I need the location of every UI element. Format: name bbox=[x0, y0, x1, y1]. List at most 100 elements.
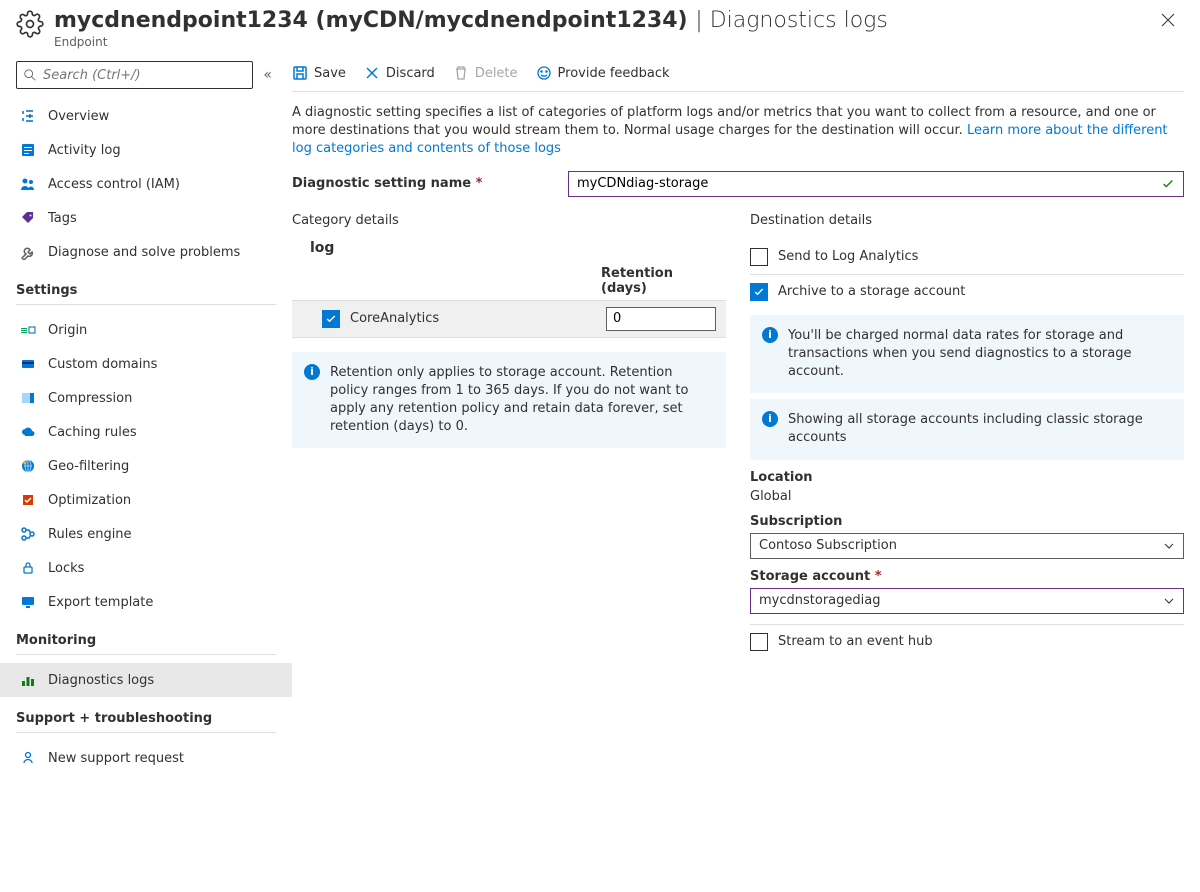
sidebar-item-locks[interactable]: Locks bbox=[16, 551, 276, 585]
main-content: Save Discard Delete Provide feedback A d… bbox=[292, 53, 1200, 791]
archive-storage-checkbox[interactable] bbox=[750, 283, 768, 301]
chevron-down-icon bbox=[1163, 540, 1175, 552]
close-button[interactable] bbox=[1152, 8, 1184, 32]
destination-details: Destination details Send to Log Analytic… bbox=[750, 213, 1184, 659]
destination-title: Destination details bbox=[750, 213, 1184, 228]
sidebar-item-label: Rules engine bbox=[48, 527, 132, 542]
sidebar-item-label: Caching rules bbox=[48, 425, 137, 440]
sidebar-item-label: Access control (IAM) bbox=[48, 177, 180, 192]
location-value: Global bbox=[750, 489, 1184, 504]
description: A diagnostic setting specifies a list of… bbox=[292, 104, 1184, 159]
sidebar-item-label: Geo-filtering bbox=[48, 459, 129, 474]
category-label: CoreAnalytics bbox=[350, 311, 606, 326]
eventhub-checkbox[interactable] bbox=[750, 633, 768, 651]
sidebar-item-label: Locks bbox=[48, 561, 84, 576]
origin-icon bbox=[20, 322, 36, 338]
stream-eventhub-option: Stream to an event hub bbox=[750, 624, 1184, 659]
log-analytics-checkbox[interactable] bbox=[750, 248, 768, 266]
sidebar-item-access-control[interactable]: Access control (IAM) bbox=[16, 167, 276, 201]
category-details: Category details log Retention (days) Co… bbox=[292, 213, 726, 659]
smile-icon bbox=[536, 65, 552, 81]
sidebar-item-origin[interactable]: Origin bbox=[16, 313, 276, 347]
cloud-icon bbox=[20, 424, 36, 440]
wrench-icon bbox=[20, 244, 36, 260]
sidebar-item-tags[interactable]: Tags bbox=[16, 201, 276, 235]
sidebar-item-overview[interactable]: Overview bbox=[16, 99, 276, 133]
category-title: Category details bbox=[292, 213, 726, 228]
retention-info: i Retention only applies to storage acco… bbox=[292, 352, 726, 449]
storage-account-select[interactable]: mycdnstoragediag bbox=[750, 588, 1184, 614]
search-input[interactable] bbox=[16, 61, 253, 89]
flow-icon bbox=[20, 526, 36, 542]
discard-button[interactable]: Discard bbox=[364, 65, 435, 81]
sidebar-item-label: Custom domains bbox=[48, 357, 157, 372]
coreanalytics-checkbox[interactable] bbox=[322, 310, 340, 328]
chart-icon bbox=[20, 672, 36, 688]
info-icon: i bbox=[762, 411, 778, 427]
tag-icon bbox=[20, 210, 36, 226]
location-label: Location bbox=[750, 470, 1184, 485]
sidebar-item-label: Compression bbox=[48, 391, 132, 406]
sidebar-item-label: Optimization bbox=[48, 493, 131, 508]
chevron-down-icon bbox=[1163, 595, 1175, 607]
setting-name-input[interactable] bbox=[568, 171, 1184, 197]
box-icon bbox=[20, 492, 36, 508]
sidebar-item-label: Overview bbox=[48, 109, 109, 124]
sidebar-item-export-template[interactable]: Export template bbox=[16, 585, 276, 619]
compression-icon bbox=[20, 390, 36, 406]
send-log-analytics-option: Send to Log Analytics bbox=[750, 240, 1184, 275]
subscription-label: Subscription bbox=[750, 514, 1184, 529]
sidebar-item-label: Export template bbox=[48, 595, 153, 610]
trash-icon bbox=[453, 65, 469, 81]
sidebar-item-geo-filtering[interactable]: Geo-filtering bbox=[16, 449, 276, 483]
search-icon bbox=[23, 68, 37, 82]
retention-input[interactable] bbox=[606, 307, 716, 331]
people-icon bbox=[20, 176, 36, 192]
collapse-sidebar-button[interactable]: « bbox=[259, 63, 276, 87]
sidebar-item-diagnostics-logs[interactable]: Diagnostics logs bbox=[0, 663, 292, 697]
sidebar-item-optimization[interactable]: Optimization bbox=[16, 483, 276, 517]
sidebar-item-label: Diagnostics logs bbox=[48, 673, 154, 688]
sidebar-item-caching-rules[interactable]: Caching rules bbox=[16, 415, 276, 449]
sidebar-item-new-support[interactable]: New support request bbox=[16, 741, 276, 775]
sidebar-section-monitoring: Monitoring bbox=[16, 633, 276, 655]
storage-accounts-info: i Showing all storage accounts including… bbox=[750, 399, 1184, 459]
gear-icon bbox=[16, 10, 44, 38]
log-icon bbox=[20, 142, 36, 158]
sidebar-item-custom-domains[interactable]: Custom domains bbox=[16, 347, 276, 381]
save-button[interactable]: Save bbox=[292, 65, 346, 81]
delete-button: Delete bbox=[453, 65, 518, 81]
setting-name-label: Diagnostic setting name * bbox=[292, 176, 568, 191]
sidebar-item-compression[interactable]: Compression bbox=[16, 381, 276, 415]
sidebar-item-label: Origin bbox=[48, 323, 87, 338]
page-header: mycdnendpoint1234 (myCDN/mycdnendpoint12… bbox=[0, 0, 1200, 53]
support-icon bbox=[20, 750, 36, 766]
sidebar-section-settings: Settings bbox=[16, 283, 276, 305]
sidebar-item-label: New support request bbox=[48, 751, 184, 766]
sidebar-item-label: Activity log bbox=[48, 143, 121, 158]
sidebar: « Overview Activity log Access control (… bbox=[0, 53, 292, 791]
valid-icon bbox=[1161, 177, 1175, 191]
sidebar-item-rules-engine[interactable]: Rules engine bbox=[16, 517, 276, 551]
log-heading: log bbox=[310, 240, 726, 256]
page-subtitle: Endpoint bbox=[54, 35, 888, 49]
globe-icon bbox=[20, 458, 36, 474]
sidebar-item-activity-log[interactable]: Activity log bbox=[16, 133, 276, 167]
page-title: mycdnendpoint1234 (myCDN/mycdnendpoint12… bbox=[54, 8, 888, 33]
sidebar-item-diagnose[interactable]: Diagnose and solve problems bbox=[16, 235, 276, 269]
info-icon: i bbox=[762, 327, 778, 343]
lock-icon bbox=[20, 560, 36, 576]
storage-rates-info: i You'll be charged normal data rates fo… bbox=[750, 315, 1184, 394]
subscription-select[interactable]: Contoso Subscription bbox=[750, 533, 1184, 559]
overview-icon bbox=[20, 108, 36, 124]
sidebar-item-label: Diagnose and solve problems bbox=[48, 245, 240, 260]
storage-account-label: Storage account * bbox=[750, 569, 1184, 584]
sidebar-section-support: Support + troubleshooting bbox=[16, 711, 276, 733]
monitor-icon bbox=[20, 594, 36, 610]
retention-header: Retention (days) bbox=[601, 266, 716, 296]
feedback-button[interactable]: Provide feedback bbox=[536, 65, 670, 81]
archive-storage-option: Archive to a storage account bbox=[750, 275, 1184, 309]
toolbar: Save Discard Delete Provide feedback bbox=[292, 61, 1184, 92]
close-icon bbox=[364, 65, 380, 81]
info-icon: i bbox=[304, 364, 320, 380]
